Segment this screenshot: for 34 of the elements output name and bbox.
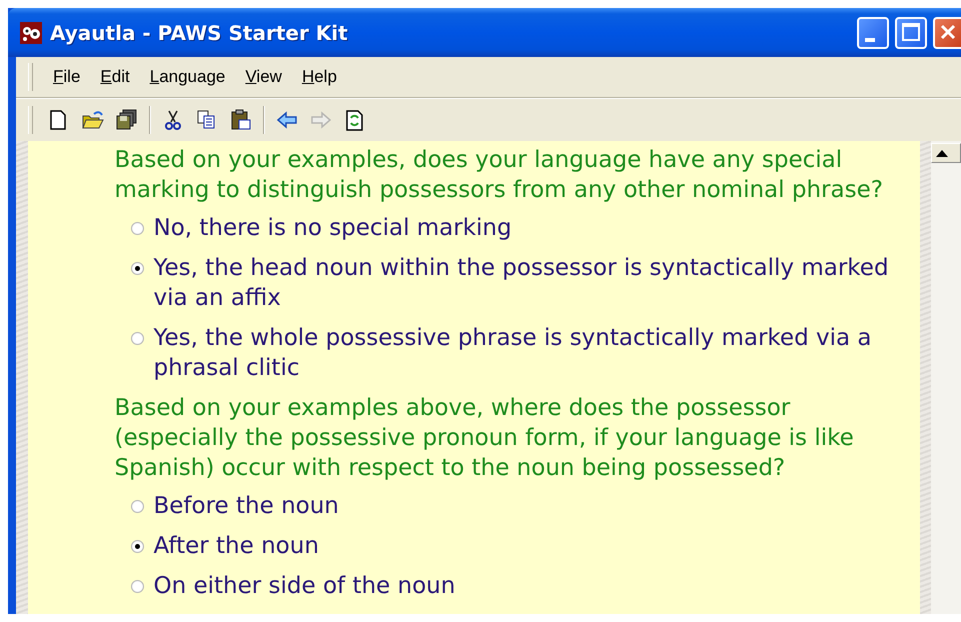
option-label[interactable]: Yes, the whole possessive phrase is syntactically marked via a phrasal clitic [154, 323, 904, 383]
menu-item[interactable]: File [43, 65, 90, 89]
clipboard-icon[interactable] [230, 109, 252, 131]
floppy-disks-icon[interactable] [116, 109, 138, 131]
maximize-button[interactable] [895, 16, 927, 48]
option-label[interactable]: No, there is no special marking [154, 213, 512, 243]
minimize-icon [865, 38, 875, 42]
radio-button[interactable] [130, 580, 144, 593]
question-text: Based on your examples above, where does the possessor (especially the possessive pronoun form, if your language is like Spanish) occur with respect to the noun being possessed? [114, 394, 855, 483]
menu-item[interactable]: Edit [90, 65, 140, 89]
radio-button[interactable] [130, 222, 144, 235]
radio-button[interactable] [130, 332, 144, 345]
option-label[interactable]: Yes, the head noun within the possessor is syntactically marked via an affix [154, 253, 904, 313]
radio-button[interactable] [130, 500, 144, 513]
open-folder-icon[interactable] [82, 109, 104, 131]
menu-item[interactable]: Language [140, 65, 236, 89]
app-logo-icon [20, 22, 42, 44]
scissors-icon[interactable] [162, 109, 184, 131]
option-label[interactable]: After the noun [154, 531, 319, 561]
window-title: Ayautla - PAWS Starter Kit [50, 20, 348, 44]
refresh-document-icon[interactable] [344, 109, 366, 131]
menu-item[interactable]: Help [292, 65, 347, 89]
scrollbar[interactable] [931, 141, 961, 614]
option-label[interactable]: On either side of the noun [154, 571, 456, 601]
close-button[interactable] [933, 16, 961, 48]
back-arrow-icon[interactable] [276, 109, 298, 131]
radio-button[interactable] [130, 262, 144, 275]
minimize-button[interactable] [857, 16, 889, 48]
scroll-up-button[interactable] [931, 143, 961, 163]
menu-item[interactable]: View [235, 65, 292, 89]
option-label[interactable]: Before the noun [154, 491, 339, 521]
radio-button[interactable] [130, 540, 144, 553]
question-text: Based on your examples, does your language have any special marking to distinguish possessors from any other nominal phrase? [114, 146, 884, 205]
up-arrow-icon [936, 150, 948, 156]
